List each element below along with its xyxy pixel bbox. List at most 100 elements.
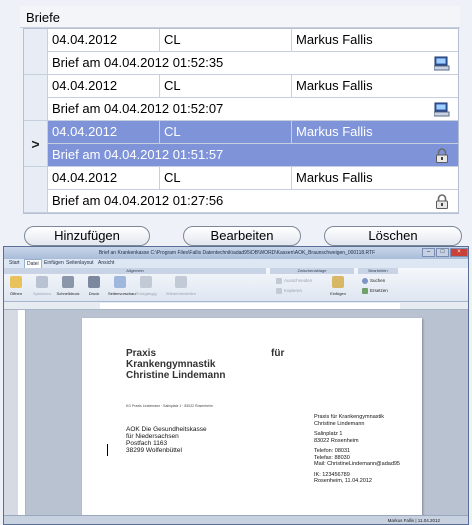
search-label: Suchen [370,278,386,284]
paste-icon [332,276,344,288]
close-button[interactable]: × [450,248,468,257]
record-header-row[interactable]: 04.04.2012 CL Markus Fallis [48,29,458,52]
recipient-line: AOK Die Gesundheitskasse [126,426,207,433]
search-tool[interactable]: Suchen [362,278,385,284]
record-initials: CL [160,75,292,97]
tab-ansicht[interactable]: Ansicht [98,260,114,266]
letter-record[interactable]: 04.04.2012 CL Markus Fallis Brief am 04.… [24,75,458,121]
tab-einfuegen[interactable]: Einfügen [44,260,64,266]
record-initials: CL [160,29,292,51]
tab-datei[interactable]: Datei [24,259,42,268]
record-subject-row[interactable]: Brief am 04.04.2012 01:27:56 [48,190,458,213]
search-icon [362,278,368,284]
record-header-row[interactable]: 04.04.2012 CL Markus Fallis [48,121,458,144]
panel-title: Briefe [20,6,460,28]
record-subject: Brief am 04.04.2012 01:52:07 [52,101,224,116]
sender-line: KG Praxis Lindemann · Salinplatz 1 · 830… [126,404,213,408]
minimize-button[interactable]: – [422,248,435,257]
record-subject: Brief am 04.04.2012 01:27:56 [52,193,224,208]
word-titlebar[interactable]: Brief an Krankenkasse C:\Program Files\F… [4,247,468,259]
document-area[interactable]: Praxis für Krankengymnastik Christine Li… [26,310,468,518]
record-name: Markus Fallis [296,170,373,185]
letter-record-selected[interactable]: > 04.04.2012 CL Markus Fallis Brief am 0… [24,121,458,167]
word-title: Brief an Krankenkasse C:\Program Files\F… [98,250,376,256]
paste-tool[interactable]: Einfügen [326,276,350,300]
place-date-line: Rosenheim, 11.04.2012 [314,478,372,484]
redo-tool[interactable]: Wiederherstellen [164,276,198,300]
print-icon [88,276,100,288]
record-name: Markus Fallis [296,124,373,139]
record-subject: Brief am 04.04.2012 01:52:35 [52,55,224,70]
group-general-label: Allgemein [4,268,266,274]
print-tool[interactable]: Druck [82,276,106,300]
tab-start[interactable]: Start [9,260,20,266]
quick-print-label: Schnelldruck [56,291,80,296]
status-user: Markus Fallis [387,518,415,523]
cut-label: Ausschneiden [284,278,313,284]
replace-tool[interactable]: Ersetzen [362,288,388,294]
tab-seitenlayout[interactable]: Seitenlayout [66,260,94,266]
recipient-line: 38299 Wolfenbüttel [126,447,182,454]
save-tool[interactable]: Speichern [30,276,54,300]
preview-tool[interactable]: Seitenvorschau [108,276,136,300]
row-selector[interactable] [24,75,48,121]
letters-list[interactable]: 04.04.2012 CL Markus Fallis Brief am 04.… [23,28,459,214]
copy-tool[interactable]: Kopieren [276,288,302,294]
status-bar: Markus Fallis | 11.04.2012 [4,515,468,524]
recipient-address: AOK Die Gesundheitskasse für Niedersachs… [126,426,207,454]
maximize-button[interactable]: □ [436,248,449,257]
word-window[interactable]: Brief an Krankenkasse C:\Program Files\F… [3,246,469,525]
record-name: Markus Fallis [296,78,373,93]
copy-label: Kopieren [284,288,303,294]
letter-record[interactable]: 04.04.2012 CL Markus Fallis Brief am 04.… [24,167,458,213]
letterhead-line: Christine Lindemann [126,370,226,381]
save-label: Speichern [32,291,51,296]
preview-label: Seitenvorschau [108,291,136,296]
record-date: 04.04.2012 [48,29,160,51]
print-label: Druck [88,291,100,296]
record-header-row[interactable]: 04.04.2012 CL Markus Fallis [48,75,458,98]
redo-label: Wiederherstellen [165,291,196,296]
record-subject-row[interactable]: Brief am 04.04.2012 01:52:07 [48,98,458,121]
record-subject: Brief am 04.04.2012 01:51:57 [52,147,224,162]
record-header-row[interactable]: 04.04.2012 CL Markus Fallis [48,167,458,190]
save-icon [36,276,48,288]
open-tool[interactable]: Öffnen [4,276,28,300]
undo-tool[interactable]: Rückgängig [134,276,158,300]
row-selector[interactable] [24,29,48,75]
quick-print-tool[interactable]: Schnelldruck [56,276,80,300]
row-selector[interactable] [24,167,48,213]
edit-button[interactable]: Bearbeiten [183,226,301,246]
letterhead-title: Praxis für Krankengymnastik Christine Li… [126,348,326,381]
record-name: Markus Fallis [296,32,373,47]
record-subject-row[interactable]: Brief am 04.04.2012 01:51:57 [48,144,458,167]
preview-icon [114,276,126,288]
row-selector-current[interactable]: > [24,121,48,167]
group-editing-label: Bearbeiten [358,268,398,274]
computer-icon[interactable] [434,102,450,117]
document-page[interactable]: Praxis für Krankengymnastik Christine Li… [82,318,422,518]
letter-record[interactable]: 04.04.2012 CL Markus Fallis Brief am 04.… [24,29,458,75]
add-button[interactable]: Hinzufügen [24,226,150,246]
redo-icon [175,276,187,288]
paste-label: Einfügen [330,291,346,296]
delete-button[interactable]: Löschen [324,226,462,246]
lock-icon[interactable] [434,148,450,163]
horizontal-ruler[interactable] [4,302,468,310]
vertical-ruler[interactable] [18,310,26,515]
lock-icon[interactable] [434,194,450,209]
letterhead-fuer: für [271,348,285,359]
status-info: Markus Fallis | 11.04.2012 [387,518,440,523]
computer-icon[interactable] [434,56,450,71]
contact-line: Mail: ChristineLindemann@adad95 [314,461,400,467]
status-date: 11.04.2012 [417,518,440,523]
recipient-line: Postfach 1163 [126,440,168,447]
record-subject-row[interactable]: Brief am 04.04.2012 01:52:35 [48,52,458,75]
record-date: 04.04.2012 [48,121,160,143]
ribbon-tabs: Start Datei Einfügen Seitenlayout Ansich… [4,259,468,268]
cut-tool[interactable]: Ausschneiden [276,278,312,284]
practice-info: Praxis für Krankengymnastik Christine Li… [314,414,400,485]
printer-icon [62,276,74,288]
ribbon: Allgemein Zwischenablage Bearbeiten Öffn… [4,268,468,302]
text-caret [107,444,108,456]
